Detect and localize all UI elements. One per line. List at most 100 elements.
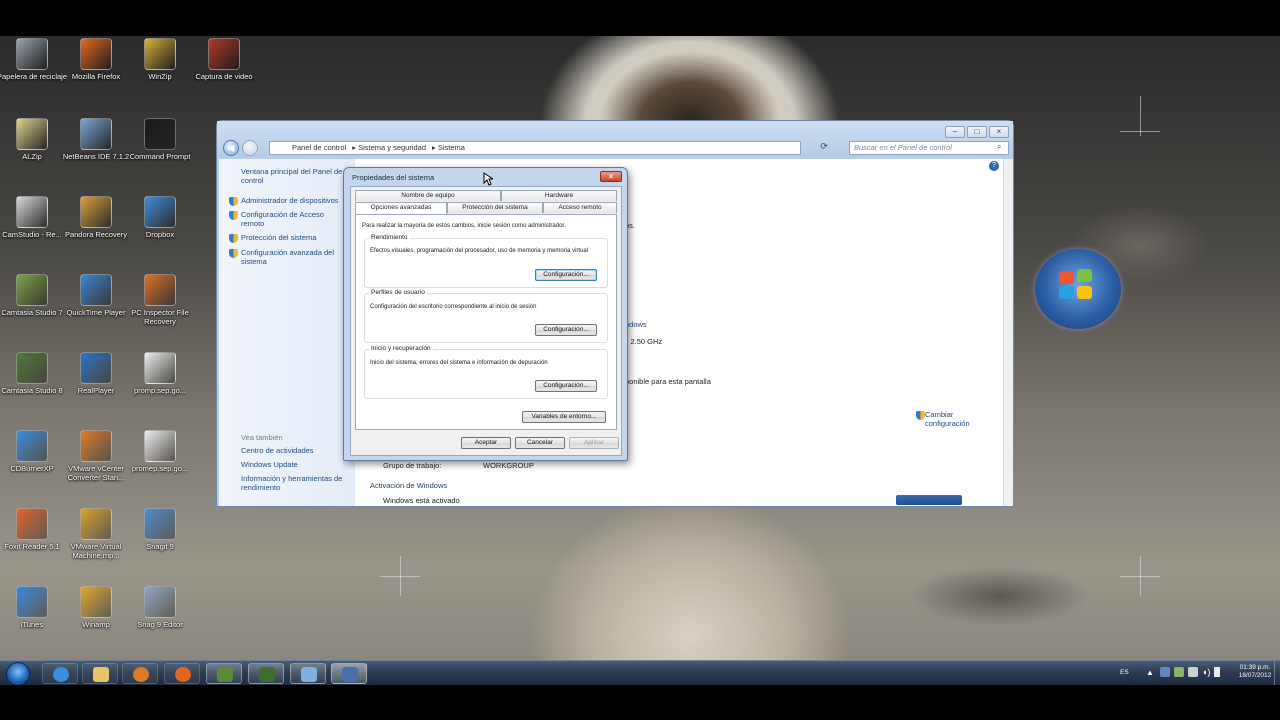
show-desktop-button[interactable] [1274,661,1280,686]
group-description: Inicio del sistema, errores del sistema … [370,360,548,366]
winzip-icon [144,38,176,70]
system-properties-icon [342,667,358,682]
desktop-icon[interactable]: NetBeans IDE 7.1.2 [60,118,132,161]
taskbar-camtasia-recorder[interactable] [248,663,284,684]
desktop-icon[interactable]: promp.sep.go... [124,352,196,395]
tab-remote[interactable]: Acceso remoto [543,202,617,213]
dialog-title: Propiedades del sistema [352,173,435,182]
camtasia-recorder-icon [259,667,275,682]
desktop-icon[interactable]: Camtasia Studio 7 [0,274,68,317]
close-button[interactable]: × [989,126,1009,138]
vertical-scrollbar[interactable] [1003,159,1013,506]
desktop-icon[interactable]: VMware Virtual Machine.mp... [60,508,132,560]
clock[interactable]: 01:39 p.m. 18/07/2012 [1231,664,1279,680]
desktop-icon[interactable]: Winamp [60,586,132,629]
taskbar-camtasia[interactable] [206,663,242,684]
desktop-icon[interactable]: CamStudio - Re... [0,196,68,239]
dialog-close-button[interactable]: × [600,171,622,182]
desktop-icon[interactable]: Captura de video [188,38,260,81]
breadcrumb-item[interactable]: Sistema y seguridad [358,143,426,152]
environment-variables-button[interactable]: Variables de entorno... [522,411,606,423]
system-properties-dialog[interactable]: Propiedades del sistema × Nombre de equi… [343,167,628,461]
admin-note: Para realizar la mayoría de estos cambio… [362,223,566,229]
windows-update-link[interactable]: Windows Update [241,460,298,470]
desktop-icon-label: CDBurnerXP [10,464,54,473]
search-icon[interactable]: ⌕ [997,142,1001,152]
tab-computer-name[interactable]: Nombre de equipo [355,190,501,201]
breadcrumb-item[interactable]: Sistema [438,143,465,152]
tab-hardware[interactable]: Hardware [501,190,617,201]
breadcrumb-item[interactable]: Panel de control [292,143,346,152]
performance-settings-button[interactable]: Configuración... [535,269,597,281]
show-hidden-icons-icon[interactable]: ▲ [1146,668,1154,677]
desktop-icon[interactable]: Camtasia Studio 8 [0,352,68,395]
desktop-icon[interactable]: ALZip [0,118,68,161]
search-input[interactable]: Buscar en el Panel de control [849,141,1009,155]
action-center-link[interactable]: Centro de actividades [241,446,314,456]
genuine-badge[interactable] [896,495,962,505]
firefox-icon [175,667,191,682]
change-settings-link[interactable]: Cambiar configuración [925,410,985,428]
desktop-icon[interactable]: Dropbox [124,196,196,239]
desktop-icon[interactable]: QuickTime Player [60,274,132,317]
desktop-icon-label: PC Inspector File Recovery [131,308,189,326]
taskbar-media-player[interactable] [122,663,158,684]
forward-icon[interactable] [242,140,258,156]
language-indicator[interactable]: ES [1120,669,1129,676]
taskbar-firefox[interactable] [164,663,200,684]
start-button[interactable] [6,662,30,686]
device-manager-link[interactable]: Administrador de dispositivos [241,196,353,206]
desktop-icon[interactable]: Snagit 9 [124,508,196,551]
refresh-icon[interactable]: ⟳ [817,141,831,155]
activation-title: Activación de Windows [370,481,448,490]
desktop-icon-label: WinZip [148,72,172,81]
desktop-icon[interactable]: iTunes [0,586,68,629]
camtasia-icon [16,274,48,306]
desktop-icon[interactable]: Papelera de reciclaje [0,38,68,81]
desktop-icon[interactable]: Pandora Recovery [60,196,132,239]
volume-icon[interactable]: ◖) [1202,667,1210,677]
taskbar-explorer[interactable] [82,663,118,684]
taskbar-system-properties[interactable] [331,663,367,684]
desktop-icon[interactable]: PC Inspector File Recovery [124,274,196,326]
desktop-icon[interactable]: Foxit Reader 5.1 [0,508,68,551]
control-panel-home-link[interactable]: Ventana principal del Panel de control [241,167,353,185]
minimize-button[interactable]: – [945,126,965,138]
tab-advanced[interactable]: Opciones avanzadas [355,202,447,214]
remote-settings-link[interactable]: Configuración de Acceso remoto [241,210,341,228]
desktop-icon[interactable]: VMware vCenter Converter Stan... [60,430,132,482]
shield-icon [229,197,238,206]
taskbar-ie[interactable] [42,663,78,684]
performance-tools-link[interactable]: Información y herramientas de rendimient… [241,474,353,492]
back-icon[interactable]: ◀ [223,140,239,156]
desktop-icon[interactable]: RealPlayer [60,352,132,395]
pandora-icon [80,196,112,228]
winamp-icon [80,586,112,618]
desktop-icon[interactable]: WinZip [124,38,196,81]
tray-app-icon[interactable] [1160,667,1170,677]
text-fragment[interactable]: ndows [625,320,647,330]
desktop-icon[interactable]: Snag 9 Editor [124,586,196,629]
ok-button[interactable]: Aceptar [461,437,511,449]
document-icon [144,352,176,384]
advanced-settings-link[interactable]: Configuración avanzada del sistema [241,248,346,266]
apply-button[interactable]: Aplicar [569,437,619,449]
maximize-button[interactable]: □ [967,126,987,138]
desktop-icon[interactable]: Command Prompt [124,118,196,161]
action-center-flag-icon[interactable] [1214,667,1220,677]
help-icon[interactable]: ? [989,161,999,171]
network-icon[interactable] [1188,667,1198,677]
taskbar-control-panel[interactable] [290,663,326,684]
system-protection-link[interactable]: Protección del sistema [241,233,353,243]
window-titlebar[interactable]: – □ × ◀ Panel de control ▸ Sistema y segu… [217,121,1013,157]
desktop-icon[interactable]: CDBurnerXP [0,430,68,473]
group-title: Inicio y recuperación [369,345,433,352]
desktop-icon[interactable]: Mozilla Firefox [60,38,132,81]
profiles-settings-button[interactable]: Configuración... [535,324,597,336]
startup-settings-button[interactable]: Configuración... [535,380,597,392]
desktop-icon[interactable]: promep.sep.go... [124,430,196,473]
address-bar[interactable]: Panel de control ▸ Sistema y seguridad ▸ S… [269,141,801,155]
tab-system-protection[interactable]: Protección del sistema [447,202,543,213]
cancel-button[interactable]: Cancelar [515,437,565,449]
tray-app-icon[interactable] [1174,667,1184,677]
